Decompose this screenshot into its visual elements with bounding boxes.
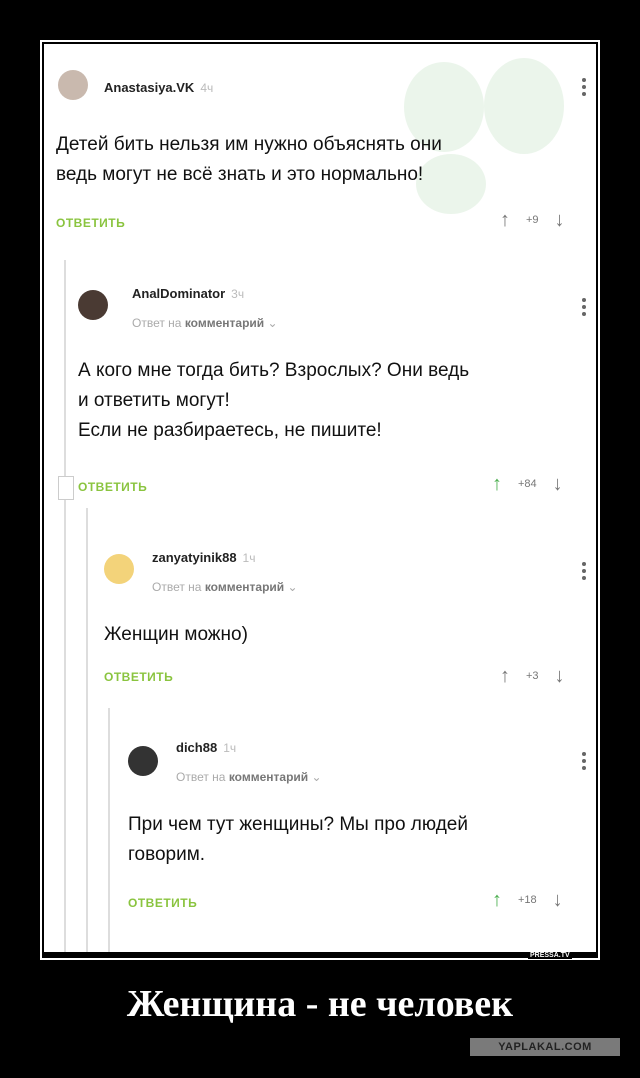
more-vertical-icon[interactable] bbox=[582, 562, 586, 580]
more-vertical-icon[interactable] bbox=[582, 298, 586, 316]
vote-score: +84 bbox=[518, 478, 537, 490]
comment-author[interactable]: AnalDominator 3ч bbox=[132, 286, 244, 301]
comment-time: 4ч bbox=[200, 81, 214, 95]
arrow-down-icon[interactable]: ↓ bbox=[555, 666, 565, 686]
comment-time: 1ч bbox=[223, 741, 237, 755]
comment-author[interactable]: zanyatyinik88 1ч bbox=[152, 550, 255, 565]
reply-to-target[interactable]: комментарий bbox=[205, 580, 284, 594]
author-name[interactable]: Anastasiya.VK bbox=[104, 80, 194, 95]
arrow-up-icon[interactable]: ↑ bbox=[492, 474, 502, 494]
avatar[interactable] bbox=[104, 554, 134, 584]
demotivator-caption: Женщина - не человек bbox=[126, 983, 514, 1025]
comment-time: 1ч bbox=[242, 551, 256, 565]
reply-to-prefix: Ответ на bbox=[176, 770, 226, 784]
avatar[interactable] bbox=[78, 290, 108, 320]
reply-button[interactable]: ОТВЕТИТЬ bbox=[56, 216, 125, 230]
vote-controls: ↑ +3 ↓ bbox=[500, 666, 565, 686]
comment-time: 3ч bbox=[231, 287, 245, 301]
watermark-shape bbox=[484, 58, 564, 154]
thread-line bbox=[86, 508, 88, 952]
vote-controls: ↑ +9 ↓ bbox=[500, 210, 565, 230]
arrow-down-icon[interactable]: ↓ bbox=[555, 210, 565, 230]
site-tag: YAPLAKAL.COM bbox=[470, 1038, 620, 1056]
author-name[interactable]: AnalDominator bbox=[132, 286, 225, 301]
comment-text-line: и ответить могут! bbox=[78, 390, 230, 411]
thread-line bbox=[108, 708, 110, 952]
comment-text-line: При чем тут женщины? Мы про людей bbox=[128, 814, 468, 835]
comment-text-line: А кого мне тогда бить? Взрослых? Они вед… bbox=[78, 360, 470, 381]
more-vertical-icon[interactable] bbox=[582, 78, 586, 96]
reply-to-prefix: Ответ на bbox=[132, 316, 182, 330]
reply-to-target[interactable]: комментарий bbox=[185, 316, 264, 330]
reply-button[interactable]: ОТВЕТИТЬ bbox=[128, 896, 197, 910]
thread-line bbox=[64, 260, 66, 952]
source-tag: PRESSA.TV bbox=[528, 952, 572, 959]
vote-score: +18 bbox=[518, 894, 537, 906]
chevron-down-icon[interactable]: ⌄ bbox=[288, 580, 298, 594]
reply-button[interactable]: ОТВЕТИТЬ bbox=[78, 480, 147, 494]
thread-collapse-handle[interactable] bbox=[58, 476, 74, 500]
vote-score: +9 bbox=[526, 214, 539, 226]
comment-author[interactable]: Anastasiya.VK 4ч bbox=[104, 80, 213, 95]
comment-text-line: ведь могут не всё знать и это нормально! bbox=[56, 164, 424, 185]
author-name[interactable]: dich88 bbox=[176, 740, 217, 755]
avatar[interactable] bbox=[128, 746, 158, 776]
arrow-up-icon[interactable]: ↑ bbox=[500, 210, 510, 230]
vote-score: +3 bbox=[526, 670, 539, 682]
comment-text-line: Если не разбираетесь, не пишите! bbox=[78, 420, 382, 441]
vote-controls: ↑ +84 ↓ bbox=[492, 474, 563, 494]
vote-controls: ↑ +18 ↓ bbox=[492, 890, 563, 910]
comment-text-line: Детей бить нельзя им нужно объяснять они bbox=[56, 134, 442, 155]
comment-text: При чем тут женщины? Мы про людей говори… bbox=[128, 810, 468, 870]
arrow-down-icon[interactable]: ↓ bbox=[553, 474, 563, 494]
comment-text: А кого мне тогда бить? Взрослых? Они вед… bbox=[78, 356, 469, 446]
comment-text-line: говорим. bbox=[128, 844, 206, 865]
reply-to-prefix: Ответ на bbox=[152, 580, 202, 594]
more-vertical-icon[interactable] bbox=[582, 752, 586, 770]
comment-author[interactable]: dich88 1ч bbox=[176, 740, 236, 755]
reply-to-target[interactable]: комментарий bbox=[229, 770, 308, 784]
comment-thread-screenshot: Anastasiya.VK 4ч Детей бить нельзя им нуж… bbox=[44, 44, 596, 952]
author-name[interactable]: zanyatyinik88 bbox=[152, 550, 237, 565]
chevron-down-icon[interactable]: ⌄ bbox=[312, 770, 322, 784]
avatar[interactable] bbox=[58, 70, 88, 100]
arrow-up-icon[interactable]: ↑ bbox=[500, 666, 510, 686]
reply-to-link[interactable]: Ответ на комментарий ⌄ bbox=[176, 770, 322, 784]
arrow-up-icon[interactable]: ↑ bbox=[492, 890, 502, 910]
reply-to-link[interactable]: Ответ на комментарий ⌄ bbox=[132, 316, 278, 330]
comment-text: Женщин можно) bbox=[104, 620, 248, 650]
arrow-down-icon[interactable]: ↓ bbox=[553, 890, 563, 910]
comment-text: Детей бить нельзя им нужно объяснять они… bbox=[56, 130, 442, 190]
reply-to-link[interactable]: Ответ на комментарий ⌄ bbox=[152, 580, 298, 594]
reply-button[interactable]: ОТВЕТИТЬ bbox=[104, 670, 173, 684]
chevron-down-icon[interactable]: ⌄ bbox=[268, 316, 278, 330]
comment-text-line: Женщин можно) bbox=[104, 624, 248, 645]
